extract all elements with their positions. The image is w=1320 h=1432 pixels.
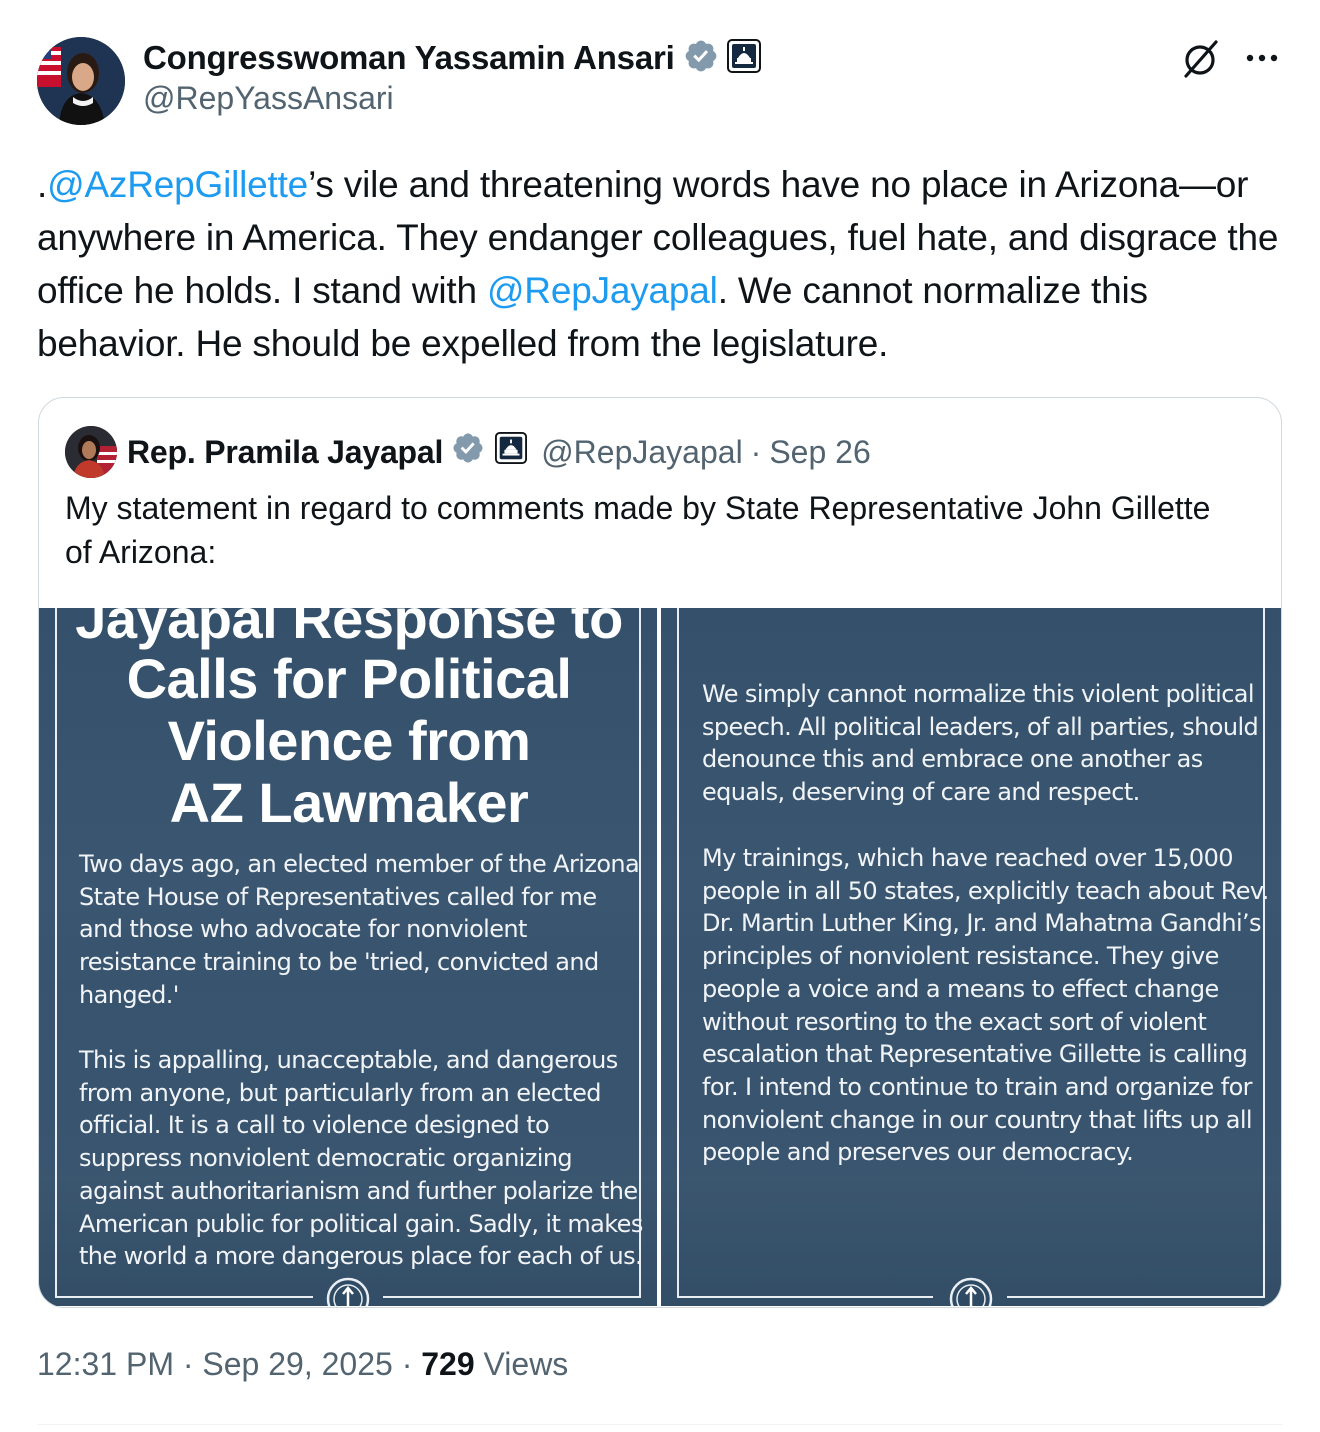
headline-line: Calls for Political: [126, 647, 572, 710]
mention-link-repjayapal[interactable]: @RepJayapal: [487, 270, 718, 311]
tweet-time[interactable]: 12:31 PM: [37, 1346, 174, 1382]
statement-paragraph: Two days ago, an elected member of the A…: [79, 848, 640, 1012]
statement-line: hanged.': [79, 980, 179, 1009]
mention-link-azrepgillette[interactable]: @AzRepGillette: [47, 164, 308, 205]
government-capitol-icon[interactable]: [726, 38, 761, 78]
statement-line: people in all 50 states, explicitly teac…: [702, 876, 1269, 905]
statement-line: nonviolent change in our country that li…: [702, 1105, 1253, 1134]
statement-line: American public for political gain. Sadl…: [79, 1209, 643, 1238]
quoted-tweet[interactable]: Rep. Pramila Jayapal @RepJayapal · Sep 2…: [38, 397, 1282, 1308]
statement-line: Dr. Martin Luther King, Jr. and Mahatma …: [702, 909, 1262, 938]
statement-line: and those who advocate for nonviolent: [79, 915, 527, 944]
quote-display-name[interactable]: Rep. Pramila Jayapal: [127, 434, 443, 471]
frame-line: [55, 1296, 313, 1298]
statement-headline-clipped: Jayapal Response to: [75, 608, 623, 650]
statement-paragraph: We simply cannot normalize this violent …: [702, 678, 1259, 809]
congressional-seal-icon: [325, 1276, 371, 1306]
tweet-text-part: .: [37, 164, 48, 205]
statement-line: denounce this and embrace one another as: [702, 745, 1203, 774]
more-icon[interactable]: [1244, 40, 1280, 76]
frame-line: [677, 608, 679, 1298]
quote-text: My statement in regard to comments made …: [65, 490, 1211, 570]
congressional-seal-icon: [948, 1276, 994, 1306]
quote-header: Rep. Pramila Jayapal @RepJayapal · Sep 2…: [127, 428, 871, 476]
quote-author-avatar[interactable]: [65, 426, 117, 478]
headline-line: Violence from: [167, 709, 531, 772]
headline-line: AZ Lawmaker: [169, 771, 529, 834]
statement-headline: Calls for Political Violence from AZ Law…: [59, 648, 639, 834]
statement-line: people and preserves our democracy.: [702, 1138, 1134, 1167]
statement-line: principles of nonviolent resistance. The…: [702, 942, 1219, 971]
statement-line: speech. All political leaders, of all pa…: [702, 712, 1259, 741]
frame-line: [1007, 1296, 1265, 1298]
statement-line: State House of Representatives called fo…: [79, 882, 597, 911]
quote-date[interactable]: Sep 26: [769, 434, 870, 471]
statement-line: Two days ago, an elected member of the A…: [79, 850, 640, 878]
divider: [37, 1424, 1283, 1425]
author-handle[interactable]: @RepYassAnsari: [143, 80, 394, 117]
statement-line: people a voice and a means to effect cha…: [702, 974, 1219, 1003]
statement-line: against authoritarianism and further pol…: [79, 1176, 638, 1205]
views-count: 729: [421, 1346, 475, 1382]
statement-line: equals, deserving of care and respect.: [702, 778, 1140, 807]
statement-line: This is appalling, unacceptable, and dan…: [79, 1046, 618, 1074]
statement-line: My trainings, which have reached over 15…: [702, 844, 1234, 872]
statement-line: for. I intend to continue to train and o…: [702, 1072, 1253, 1101]
statement-line: We simply cannot normalize this violent …: [702, 680, 1255, 708]
government-capitol-icon[interactable]: [495, 432, 528, 472]
author-avatar[interactable]: [37, 37, 125, 125]
views-label: Views: [483, 1346, 569, 1382]
tweet-meta: 12:31 PM · Sep 29, 2025 · 729 Views: [37, 1346, 568, 1383]
verified-badge-icon[interactable]: [451, 431, 485, 473]
statement-image-left[interactable]: Jayapal Response to Calls for Political …: [39, 608, 657, 1306]
author-display-name[interactable]: Congresswoman Yassamin Ansari: [143, 39, 675, 77]
meta-separator: ·: [182, 1346, 194, 1382]
statement-line: from anyone, but particularly from an el…: [79, 1078, 601, 1107]
verified-badge-icon[interactable]: [683, 38, 719, 79]
frame-line: [383, 1296, 641, 1298]
statement-line: official. It is a call to violence desig…: [79, 1111, 550, 1140]
tweet-date[interactable]: Sep 29, 2025: [202, 1346, 392, 1382]
frame-line: [677, 1296, 933, 1298]
tweet[interactable]: Congresswoman Yassamin Ansari @RepYassAn…: [0, 0, 1320, 1432]
quote-handle[interactable]: @RepJayapal: [541, 434, 742, 471]
tweet-text: .@AzRepGillette’s vile and threatening w…: [37, 158, 1287, 370]
statement-image-right[interactable]: We simply cannot normalize this violent …: [661, 608, 1281, 1306]
statement-paragraph: My trainings, which have reached over 15…: [702, 842, 1269, 1169]
quote-media[interactable]: Jayapal Response to Calls for Political …: [39, 608, 1281, 1307]
statement-line: the world a more dangerous place for eac…: [79, 1242, 643, 1271]
grok-icon[interactable]: [1180, 38, 1222, 80]
quote-separator: ·: [750, 433, 762, 470]
statement-paragraph: This is appalling, unacceptable, and dan…: [79, 1044, 643, 1273]
frame-line: [55, 608, 57, 1298]
meta-separator: ·: [401, 1346, 413, 1382]
statement-line: resistance training to be 'tried, convic…: [79, 948, 599, 977]
author-name-row: Congresswoman Yassamin Ansari: [143, 36, 761, 80]
statement-line: suppress nonviolent democratic organizin…: [79, 1144, 573, 1173]
statement-line: without resorting to the exact sort of v…: [702, 1007, 1207, 1036]
statement-line: escalation that Representative Gillette …: [702, 1040, 1248, 1069]
